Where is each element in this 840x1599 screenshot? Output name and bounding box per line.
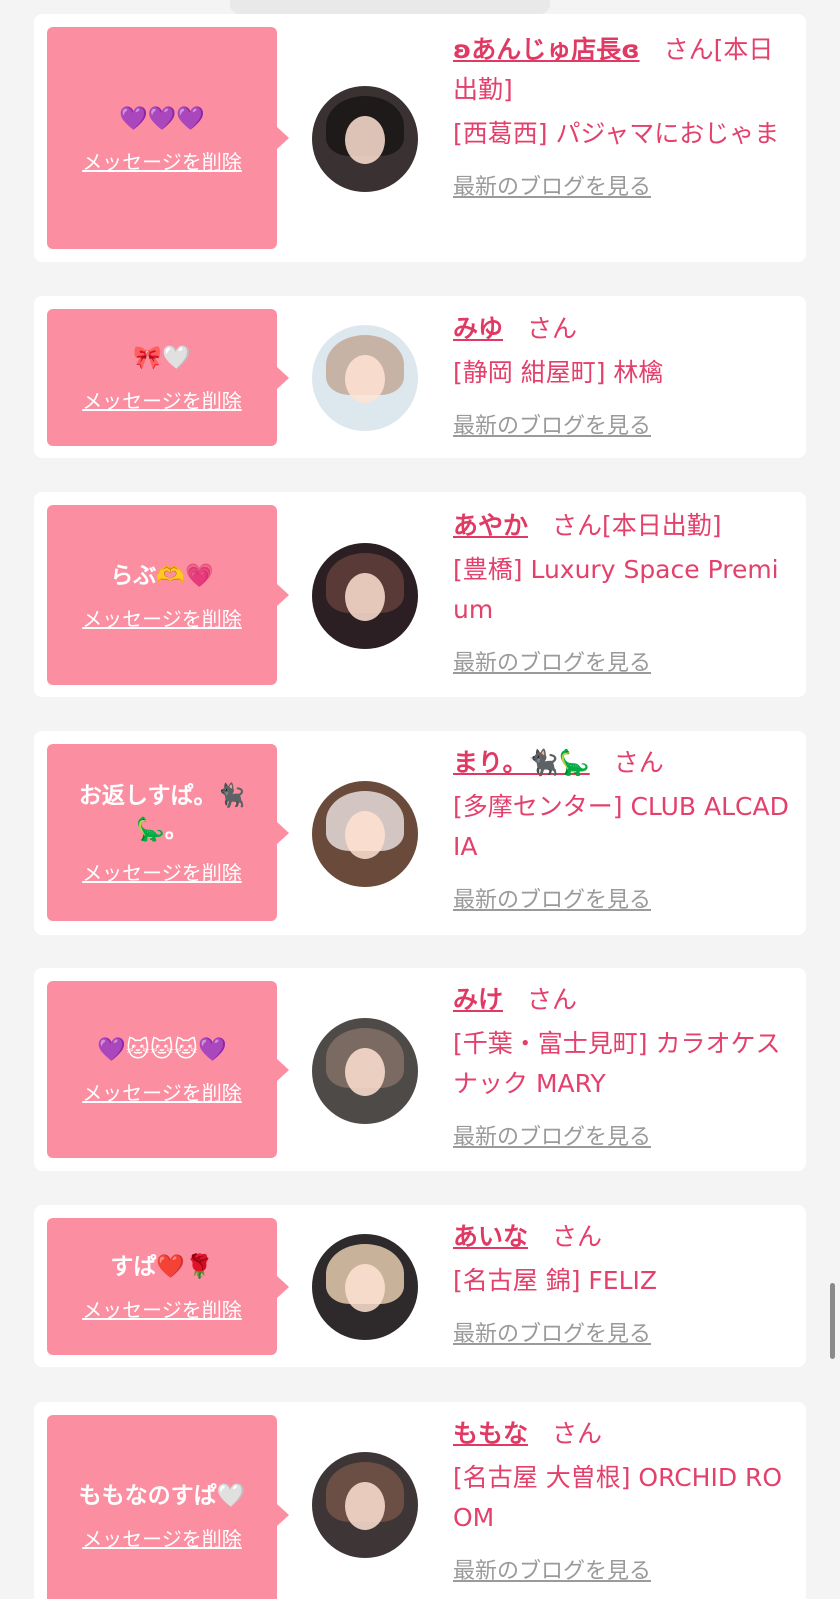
cast-name-link[interactable]: みけ bbox=[453, 985, 503, 1014]
message-text: 🎀🤍 bbox=[133, 345, 191, 371]
message-text: 💜🐱🐱🐱💜 bbox=[97, 1037, 227, 1063]
avatar-face bbox=[345, 355, 385, 403]
avatar[interactable] bbox=[312, 86, 418, 192]
list-item: 💜💜💜 メッセージを削除 ʚあんじゅ店長ɞ さん[本日出勤] [西葛西] パジャマ… bbox=[34, 14, 806, 262]
message-text: らぶ🫶💗 bbox=[110, 562, 214, 589]
cast-name-link[interactable]: あいな bbox=[453, 1222, 528, 1251]
delete-message-link[interactable]: メッセージを削除 bbox=[82, 146, 242, 175]
list-item: 🎀🤍 メッセージを削除 みゆ さん [静岡 紺屋町] 林檎 最新のブログを見る bbox=[34, 296, 806, 458]
message-bubble: 💜💜💜 メッセージを削除 bbox=[47, 27, 289, 249]
message-text: 💜💜💜 bbox=[119, 105, 205, 132]
honorific: さん bbox=[527, 985, 578, 1014]
shop-name: [名古屋 大曽根] ORCHID ROOM bbox=[453, 1463, 783, 1532]
delete-message-link[interactable]: メッセージを削除 bbox=[82, 1294, 242, 1323]
entry-info: ももな さん [名古屋 大曽根] ORCHID ROOM 最新のブログを見る bbox=[453, 1414, 793, 1592]
name-row: みゆ さん bbox=[453, 309, 793, 349]
avatar[interactable] bbox=[312, 1234, 418, 1340]
cast-name-link[interactable]: みゆ bbox=[453, 314, 503, 343]
delete-message-link[interactable]: メッセージを削除 bbox=[82, 857, 242, 886]
honorific: さん bbox=[552, 1222, 603, 1251]
message-bubble: 💜🐱🐱🐱💜 メッセージを削除 bbox=[47, 981, 289, 1158]
message-text: ももなのすぱ🤍 bbox=[78, 1482, 246, 1509]
name-row: まり。🐈‍⬛🦕 さん bbox=[453, 743, 793, 783]
latest-blog-link[interactable]: 最新のブログを見る bbox=[453, 881, 651, 921]
list-item: らぶ🫶💗 メッセージを削除 あやか さん[本日出勤] [豊橋] Luxury Sp… bbox=[34, 492, 806, 697]
name-row: あやか さん[本日出勤] bbox=[453, 506, 793, 546]
cast-name-link[interactable]: ももな bbox=[453, 1419, 528, 1448]
avatar-face bbox=[345, 573, 385, 621]
avatar[interactable] bbox=[312, 325, 418, 431]
delete-message-link[interactable]: メッセージを削除 bbox=[82, 1523, 242, 1552]
honorific: さん bbox=[527, 314, 578, 343]
honorific: さん bbox=[663, 35, 714, 64]
shop-name: [西葛西] パジャマにおじゃま bbox=[453, 119, 780, 148]
message-bubble: ももなのすぱ🤍 メッセージを削除 bbox=[47, 1415, 289, 1599]
message-bubble: 🎀🤍 メッセージを削除 bbox=[47, 309, 289, 446]
avatar-face bbox=[345, 1264, 385, 1312]
latest-blog-link[interactable]: 最新のブログを見る bbox=[453, 1552, 651, 1592]
latest-blog-link[interactable]: 最新のブログを見る bbox=[453, 168, 651, 208]
avatar[interactable] bbox=[312, 1018, 418, 1124]
entry-info: ʚあんじゅ店長ɞ さん[本日出勤] [西葛西] パジャマにおじゃま 最新のブログを… bbox=[453, 30, 793, 208]
shop-name: [多摩センター] CLUB ALCADIA bbox=[453, 792, 789, 861]
delete-message-link[interactable]: メッセージを削除 bbox=[82, 1077, 242, 1106]
vertical-scrollbar[interactable] bbox=[830, 1283, 835, 1359]
avatar-face bbox=[345, 1482, 385, 1530]
shop-name: [豊橋] Luxury Space Premium bbox=[453, 555, 779, 624]
delete-message-link[interactable]: メッセージを削除 bbox=[82, 603, 242, 632]
entry-info: みけ さん [千葉・富士見町] カラオケスナック MARY 最新のブログを見る bbox=[453, 980, 793, 1158]
delete-message-link[interactable]: メッセージを削除 bbox=[82, 385, 242, 414]
name-row: ʚあんじゅ店長ɞ さん[本日出勤] bbox=[453, 30, 793, 110]
honorific: さん bbox=[552, 511, 603, 540]
message-bubble: すぱ❤️🌹 メッセージを削除 bbox=[47, 1218, 289, 1355]
name-row: あいな さん bbox=[453, 1217, 793, 1257]
latest-blog-link[interactable]: 最新のブログを見る bbox=[453, 644, 651, 684]
entry-info: あやか さん[本日出勤] [豊橋] Luxury Space Premium 最新… bbox=[453, 506, 793, 684]
entry-info: まり。🐈‍⬛🦕 さん [多摩センター] CLUB ALCADIA 最新のブログを見… bbox=[453, 743, 793, 921]
list-item: 💜🐱🐱🐱💜 メッセージを削除 みけ さん [千葉・富士見町] カラオケスナック M… bbox=[34, 968, 806, 1171]
entry-info: みゆ さん [静岡 紺屋町] 林檎 最新のブログを見る bbox=[453, 309, 793, 447]
list-item: すぱ❤️🌹 メッセージを削除 あいな さん [名古屋 錦] FELIZ 最新のブロ… bbox=[34, 1205, 806, 1367]
shop-name: [千葉・富士見町] カラオケスナック MARY bbox=[453, 1029, 781, 1098]
cast-name-link[interactable]: まり。🐈‍⬛🦕 bbox=[453, 748, 590, 777]
avatar[interactable] bbox=[312, 1452, 418, 1558]
honorific: さん bbox=[552, 1419, 603, 1448]
message-bubble: らぶ🫶💗 メッセージを削除 bbox=[47, 505, 289, 685]
avatar-face bbox=[345, 116, 385, 164]
message-text: すぱ❤️🌹 bbox=[110, 1254, 214, 1280]
message-text: お返しすぱ。🐈‍⬛🦕。 bbox=[78, 783, 246, 843]
avatar-face bbox=[345, 811, 385, 859]
cast-name-link[interactable]: ʚあんじゅ店長ɞ bbox=[453, 35, 640, 64]
honorific: さん bbox=[613, 748, 664, 777]
shop-name: [静岡 紺屋町] 林檎 bbox=[453, 358, 664, 387]
latest-blog-link[interactable]: 最新のブログを見る bbox=[453, 1118, 651, 1158]
latest-blog-link[interactable]: 最新のブログを見る bbox=[453, 1315, 651, 1355]
avatar-face bbox=[345, 1048, 385, 1096]
avatar[interactable] bbox=[312, 543, 418, 649]
cast-name-link[interactable]: あやか bbox=[453, 511, 528, 540]
message-bubble: お返しすぱ。🐈‍⬛🦕。 メッセージを削除 bbox=[47, 744, 289, 921]
list-item: ももなのすぱ🤍 メッセージを削除 ももな さん [名古屋 大曽根] ORCHID … bbox=[34, 1402, 806, 1599]
name-row: みけ さん bbox=[453, 980, 793, 1020]
previous-card-edge bbox=[230, 0, 550, 14]
list-item: お返しすぱ。🐈‍⬛🦕。 メッセージを削除 まり。🐈‍⬛🦕 さん [多摩センター] … bbox=[34, 731, 806, 935]
shop-name: [名古屋 錦] FELIZ bbox=[453, 1266, 658, 1295]
latest-blog-link[interactable]: 最新のブログを見る bbox=[453, 407, 651, 447]
name-row: ももな さん bbox=[453, 1414, 793, 1454]
entry-info: あいな さん [名古屋 錦] FELIZ 最新のブログを見る bbox=[453, 1217, 793, 1355]
avatar[interactable] bbox=[312, 781, 418, 887]
attendance-badge: [本日出勤] bbox=[602, 511, 722, 540]
